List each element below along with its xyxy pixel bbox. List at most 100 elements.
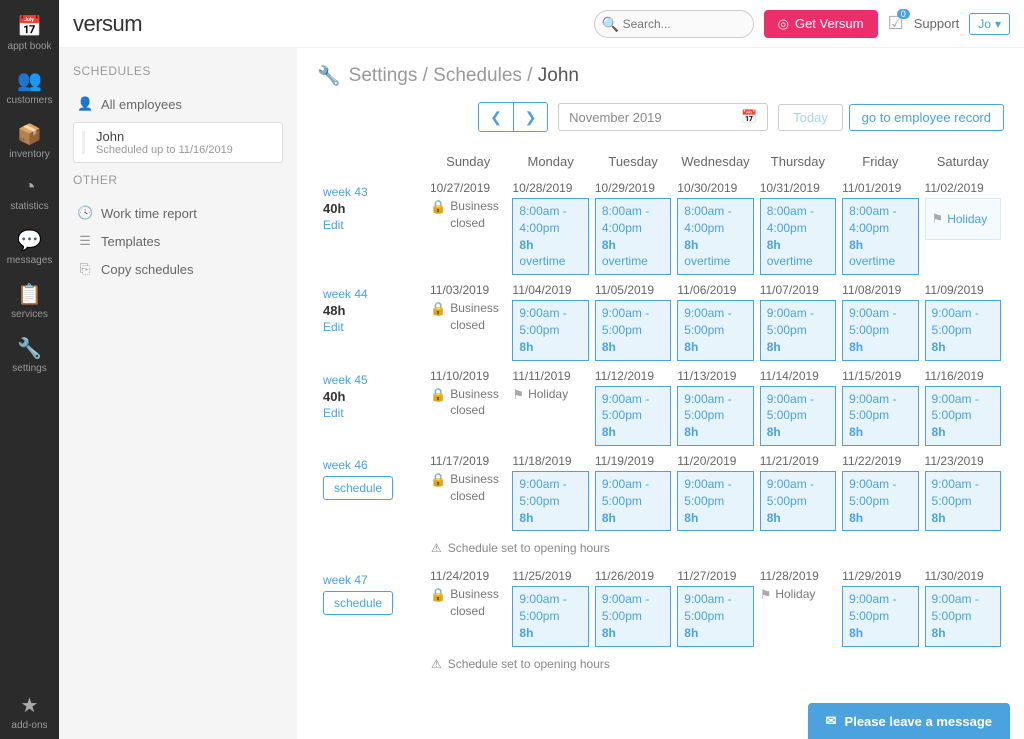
day-cell: 11/02/2019⚑Holiday [922,177,1004,279]
lock-icon: 🔒 [430,386,446,404]
lock-icon: 🔒 [430,198,446,216]
shift-slot[interactable]: 9:00am - 5:00pm8h [677,586,753,646]
week-label[interactable]: week 44 [323,287,421,301]
nav-appt-book[interactable]: 📅appt book [0,6,59,60]
week-label[interactable]: week 45 [323,373,421,387]
topbar: versum 🔍 ◎ Get Versum ☑ 0 Support Jo ▾ [59,0,1024,48]
shift-slot[interactable]: 9:00am - 5:00pm8h [512,586,588,646]
nav-add-ons[interactable]: ★add-ons [0,685,59,739]
sidebar: SCHEDULES 👤 All employees John Scheduled… [59,48,297,739]
shift-slot[interactable]: 8:00am - 4:00pm8h overtime [842,198,918,275]
day-date: 11/16/2019 [925,369,1001,383]
shift-slot[interactable]: 8:00am - 4:00pm8h overtime [512,198,588,275]
day-cell: 11/06/2019 9:00am - 5:00pm8h [674,279,756,364]
notifications-button[interactable]: ☑ 0 [888,13,904,34]
shift-slot[interactable]: 8:00am - 4:00pm8h overtime [677,198,753,275]
side-nav: 📅appt book👥customers📦inventory◔statistic… [0,0,59,739]
shift-slot[interactable]: 9:00am - 5:00pm8h [925,471,1001,531]
shift-slot[interactable]: 9:00am - 5:00pm8h [842,300,918,360]
shift-slot[interactable]: 9:00am - 5:00pm8h [512,300,588,360]
nav-statistics[interactable]: ◔statistics [0,168,59,220]
week-edit-link[interactable]: Edit [323,218,421,232]
schedule-note: ⚠Schedule set to opening hours [431,541,1000,555]
get-versum-button[interactable]: ◎ Get Versum [764,10,878,38]
closed-slot: 🔒Business closed [430,386,506,428]
sidebar-link-copy-schedules[interactable]: ⎘Copy schedules [73,255,283,283]
goto-employee-button[interactable]: go to employee record [849,104,1004,131]
today-button[interactable]: Today [778,104,843,131]
shift-slot[interactable]: 9:00am - 5:00pm8h [760,386,836,446]
day-date: 11/06/2019 [677,283,753,297]
person-icon: 👤 [77,96,93,112]
chat-widget[interactable]: ✉ Please leave a message [808,703,1010,739]
shift-slot[interactable]: 9:00am - 5:00pm8h [925,586,1001,646]
day-header: Sunday [427,146,509,177]
week-schedule-button[interactable]: schedule [323,591,393,615]
mail-icon: ✉ [826,713,837,729]
day-header: Thursday [757,146,839,177]
shift-slot[interactable]: 8:00am - 4:00pm8h overtime [760,198,836,275]
week-hours: 40h [323,389,421,404]
holiday-slot: ⚑Holiday [512,386,588,428]
nav-inventory[interactable]: 📦inventory [0,114,59,168]
shift-slot[interactable]: 9:00am - 5:00pm8h [595,586,671,646]
shift-slot[interactable]: 9:00am - 5:00pm8h [925,386,1001,446]
shift-slot[interactable]: 9:00am - 5:00pm8h [595,300,671,360]
day-cell: 11/26/20199:00am - 5:00pm8h [592,565,674,650]
day-date: 11/11/2019 [512,369,588,383]
shift-slot[interactable]: 9:00am - 5:00pm8h [842,586,918,646]
user-menu[interactable]: Jo ▾ [969,13,1010,35]
day-date: 11/14/2019 [760,369,836,383]
day-header: Monday [509,146,591,177]
target-icon: ◎ [778,16,789,32]
shift-slot[interactable]: 9:00am - 5:00pm8h [760,471,836,531]
shift-slot[interactable]: 9:00am - 5:00pm8h [595,471,671,531]
employee-card[interactable]: John Scheduled up to 11/16/2019 [73,122,283,163]
shift-slot[interactable]: 9:00am - 5:00pm8h [842,386,918,446]
nav-customers[interactable]: 👥customers [0,60,59,114]
shift-slot[interactable]: 9:00am - 5:00pm8h [677,386,753,446]
day-header: Saturday [922,146,1004,177]
closed-slot: 🔒Business closed [430,300,506,342]
calendar-icon: 📅 [741,109,757,125]
next-month-button[interactable]: ❯ [513,103,547,131]
shift-slot[interactable]: 9:00am - 5:00pm8h [760,300,836,360]
employee-subtitle: Scheduled up to 11/16/2019 [96,144,272,156]
nav-services[interactable]: 📋services [0,274,59,328]
schedule-note: ⚠Schedule set to opening hours [431,657,1000,671]
support-link[interactable]: Support [914,16,960,31]
shift-slot[interactable]: 9:00am - 5:00pm8h [677,300,753,360]
day-date: 11/10/2019 [430,369,506,383]
week-schedule-button[interactable]: schedule [323,476,393,500]
holiday-slot: ⚑Holiday [760,586,836,628]
week-edit-link[interactable]: Edit [323,320,421,334]
day-date: 11/03/2019 [430,283,506,297]
week-label[interactable]: week 46 [323,458,421,472]
sidebar-link-templates[interactable]: ☰Templates [73,227,283,255]
day-date: 11/23/2019 [925,454,1001,468]
shift-slot[interactable]: 9:00am - 5:00pm8h [677,471,753,531]
prev-month-button[interactable]: ❮ [479,103,513,131]
sidebar-link-work-time-report[interactable]: 🕓Work time report [73,199,283,227]
day-cell: 10/29/20198:00am - 4:00pm8h overtime [592,177,674,279]
shift-slot[interactable]: 9:00am - 5:00pm8h [512,471,588,531]
nav-settings[interactable]: 🔧settings [0,328,59,382]
day-cell: 11/08/20199:00am - 5:00pm8h [839,279,921,364]
day-cell: 11/11/2019 ⚑Holiday [509,365,591,450]
all-employees-link[interactable]: 👤 All employees [73,90,283,118]
shift-slot[interactable]: 9:00am - 5:00pm8h [595,386,671,446]
nav-messages[interactable]: 💬messages [0,220,59,274]
holiday-slot[interactable]: ⚑Holiday [925,198,1001,240]
month-picker[interactable]: November 2019 📅 [558,103,768,131]
lock-icon: 🔒 [430,586,446,604]
week-label[interactable]: week 43 [323,185,421,199]
day-date: 11/15/2019 [842,369,918,383]
shift-slot[interactable]: 8:00am - 4:00pm8h overtime [595,198,671,275]
shift-slot[interactable]: 9:00am - 5:00pm8h [842,471,918,531]
shift-slot[interactable]: 9:00am - 5:00pm8h [925,300,1001,360]
nav-icon: ◔ [0,176,59,199]
day-cell: 11/14/2019 9:00am - 5:00pm8h [757,365,839,450]
week-label[interactable]: week 47 [323,573,421,587]
closed-slot: 🔒Business closed [430,198,506,240]
week-edit-link[interactable]: Edit [323,406,421,420]
